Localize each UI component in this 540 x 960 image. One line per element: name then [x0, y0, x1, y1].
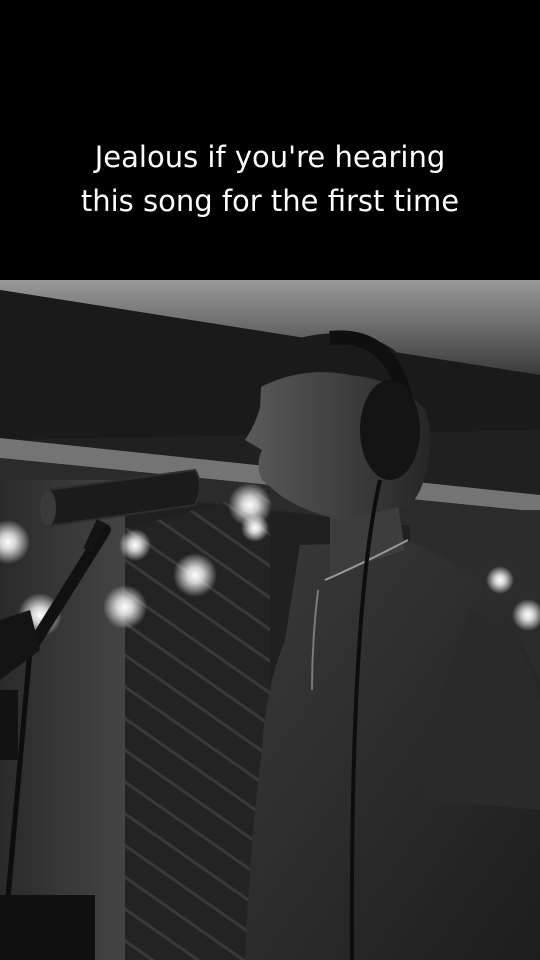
caption-band: Jealous if you're hearing this song for … [0, 0, 540, 280]
studio-photo [0, 280, 540, 960]
caption-text: Jealous if you're hearing this song for … [80, 140, 460, 218]
story-page: Jealous if you're hearing this song for … [0, 0, 540, 960]
